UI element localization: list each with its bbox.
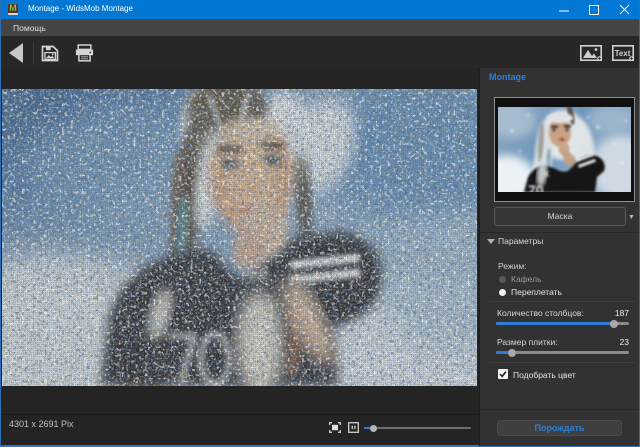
svg-text:K: K (544, 170, 550, 179)
svg-text:70: 70 (528, 182, 544, 192)
svg-text:Text: Text (615, 49, 631, 58)
